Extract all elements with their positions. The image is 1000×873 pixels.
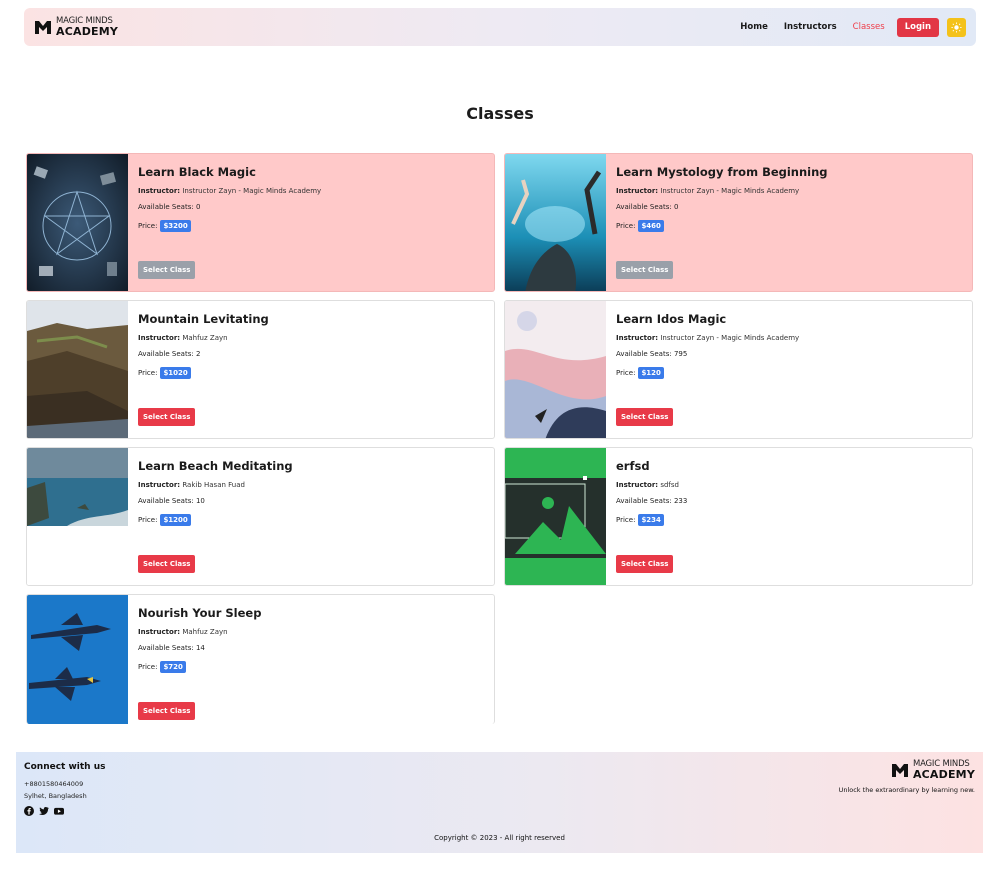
- price-badge: $3200: [160, 220, 191, 232]
- brand-mark-icon: [35, 21, 51, 34]
- class-title: Nourish Your Sleep: [138, 606, 262, 620]
- youtube-icon[interactable]: [54, 806, 64, 816]
- class-seats: Available Seats: 14: [138, 644, 205, 652]
- theme-toggle-button[interactable]: [947, 17, 966, 37]
- class-seats: Available Seats: 0: [138, 203, 201, 211]
- class-price: Price: $1200: [138, 514, 484, 526]
- class-card: Mountain Levitating Instructor: Mahfuz Z…: [26, 300, 495, 439]
- price-badge: $1200: [160, 514, 191, 526]
- class-seats: Available Seats: 0: [616, 203, 679, 211]
- class-seats: Available Seats: 10: [138, 497, 205, 505]
- class-instructor: Instructor: Rakib Hasan Fuad: [138, 481, 245, 489]
- nav-link-classes[interactable]: Classes: [845, 22, 893, 32]
- class-seats: Available Seats: 795: [616, 350, 688, 358]
- price-badge: $460: [638, 220, 664, 232]
- class-price: Price: $460: [616, 220, 962, 232]
- sun-icon: [951, 21, 962, 33]
- brand-bottom-text: ACADEMY: [56, 24, 119, 38]
- class-title: erfsd: [616, 459, 650, 473]
- select-class-button[interactable]: Select Class: [616, 555, 674, 573]
- class-card: erfsd Instructor: sdfsd Available Seats:…: [504, 447, 973, 586]
- class-instructor: Instructor: Mahfuz Zayn: [138, 334, 228, 342]
- class-card: Learn Mystology from Beginning Instructo…: [504, 153, 973, 292]
- select-class-button[interactable]: Select Class: [616, 261, 674, 279]
- footer-connect-heading: Connect with us: [24, 762, 106, 772]
- login-button[interactable]: Login: [896, 17, 939, 37]
- class-title: Learn Beach Meditating: [138, 459, 293, 473]
- navbar: MAGIC MINDS ACADEMY Home Instructors Cla…: [24, 8, 976, 46]
- class-title: Mountain Levitating: [138, 312, 269, 326]
- brand-logo[interactable]: MAGIC MINDS ACADEMY: [34, 17, 118, 37]
- class-card: Learn Black Magic Instructor: Instructor…: [26, 153, 495, 292]
- class-seats: Available Seats: 2: [138, 350, 201, 358]
- price-badge: $1020: [160, 367, 191, 379]
- class-price: Price: $720: [138, 661, 484, 673]
- select-class-button[interactable]: Select Class: [138, 702, 196, 720]
- class-price: Price: $234: [616, 514, 962, 526]
- class-instructor: Instructor: Instructor Zayn - Magic Mind…: [138, 187, 322, 195]
- class-title: Learn Idos Magic: [616, 312, 727, 326]
- footer-tagline: Unlock the extraordinary by learning new…: [838, 786, 975, 794]
- class-instructor: Instructor: sdfsd: [616, 481, 679, 489]
- class-title: Learn Black Magic: [138, 165, 256, 179]
- footer-social-links: [24, 806, 64, 816]
- class-image: [27, 448, 128, 585]
- class-image: [27, 154, 128, 291]
- select-class-button[interactable]: Select Class: [616, 408, 674, 426]
- class-instructor: Instructor: Instructor Zayn - Magic Mind…: [616, 334, 800, 342]
- price-badge: $120: [638, 367, 664, 379]
- price-badge: $234: [638, 514, 664, 526]
- facebook-icon[interactable]: [24, 806, 34, 816]
- select-class-button[interactable]: Select Class: [138, 555, 196, 573]
- price-badge: $720: [160, 661, 186, 673]
- select-class-button[interactable]: Select Class: [138, 408, 196, 426]
- brand-mark-icon: [891, 763, 908, 777]
- class-card: Learn Beach Meditating Instructor: Rakib…: [26, 447, 495, 586]
- footer-phone: +8801580464009: [24, 780, 84, 788]
- class-instructor: Instructor: Instructor Zayn - Magic Mind…: [616, 187, 800, 195]
- select-class-button[interactable]: Select Class: [138, 261, 196, 279]
- footer-location: Sylhet, Bangladesh: [24, 792, 87, 800]
- footer-copyright: Copyright © 2023 - All right reserved: [434, 834, 565, 842]
- class-seats: Available Seats: 233: [616, 497, 688, 505]
- class-instructor: Instructor: Mahfuz Zayn: [138, 628, 228, 636]
- page-title: Classes: [466, 104, 534, 123]
- class-title: Learn Mystology from Beginning: [616, 165, 828, 179]
- twitter-icon[interactable]: [39, 806, 49, 816]
- class-card: Nourish Your Sleep Instructor: Mahfuz Za…: [26, 594, 495, 724]
- image-placeholder-icon: [505, 448, 606, 585]
- nav-links: Home Instructors Classes Login: [732, 17, 966, 37]
- class-image: [505, 301, 606, 438]
- class-price: Price: $3200: [138, 220, 484, 232]
- nav-link-home[interactable]: Home: [732, 22, 776, 32]
- footer-brand-bottom-text: ACADEMY: [912, 767, 975, 781]
- class-price: Price: $1020: [138, 367, 484, 379]
- class-price: Price: $120: [616, 367, 962, 379]
- class-image: [505, 154, 606, 291]
- footer-brand-logo[interactable]: MAGIC MINDS ACADEMY: [891, 760, 975, 780]
- nav-link-instructors[interactable]: Instructors: [776, 22, 845, 32]
- class-card: Learn Idos Magic Instructor: Instructor …: [504, 300, 973, 439]
- class-image: [27, 301, 128, 438]
- class-image: [27, 595, 128, 724]
- footer: Connect with us +8801580464009 Sylhet, B…: [16, 752, 983, 853]
